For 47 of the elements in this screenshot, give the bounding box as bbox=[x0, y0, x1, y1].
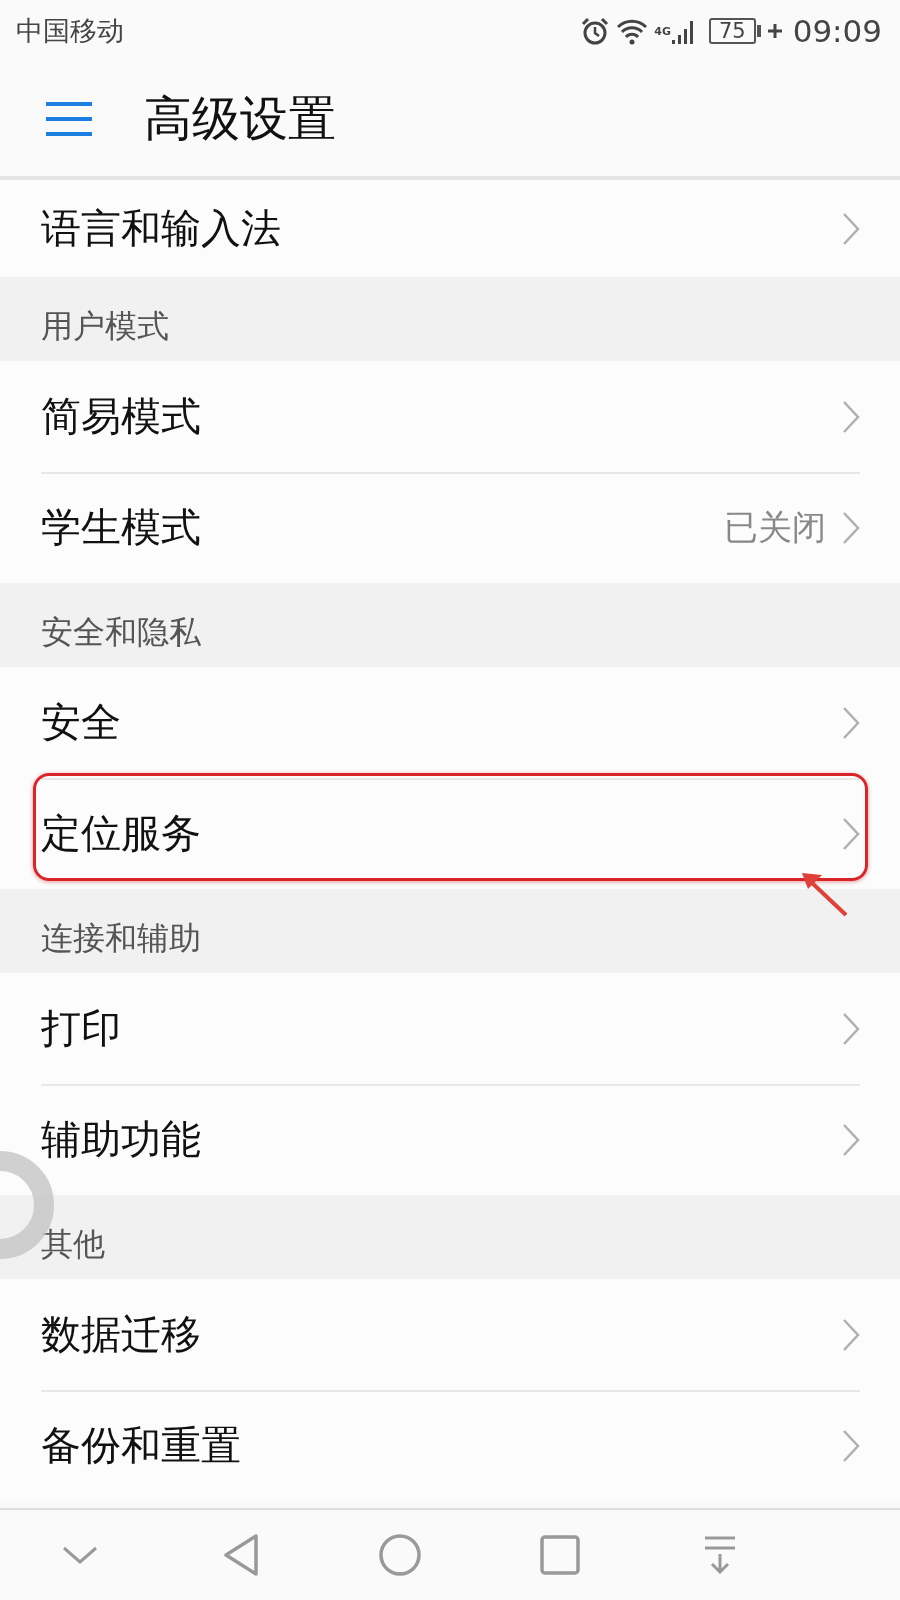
settings-row[interactable]: 定位服务 bbox=[0, 778, 900, 889]
carrier-name: 中国移动 bbox=[16, 14, 124, 48]
chevron-right-icon bbox=[842, 399, 860, 434]
row-label: 学生模式 bbox=[41, 503, 201, 552]
wifi-icon bbox=[616, 17, 649, 45]
notification-icon bbox=[703, 1536, 737, 1574]
settings-row[interactable]: 辅助功能 bbox=[0, 1084, 900, 1195]
row-value: 已关闭 bbox=[724, 505, 826, 549]
chevron-right-icon bbox=[842, 211, 860, 246]
chevron-right-icon bbox=[842, 1122, 860, 1157]
chevron-right-icon bbox=[842, 1317, 860, 1352]
row-label: 安全 bbox=[41, 698, 121, 747]
battery-level: 75 bbox=[708, 18, 756, 44]
clock-time: 09:09 bbox=[792, 13, 882, 49]
back-icon bbox=[222, 1533, 258, 1577]
menu-icon bbox=[46, 101, 92, 137]
settings-row[interactable]: 简易模式 bbox=[0, 361, 900, 472]
row-label: 辅助功能 bbox=[41, 1115, 201, 1164]
chevron-right-icon bbox=[842, 816, 860, 851]
row-label: 打印 bbox=[41, 1004, 121, 1053]
hide-chevron-icon bbox=[62, 1546, 98, 1564]
row-label: 定位服务 bbox=[41, 809, 201, 858]
section-header: 连接和辅助 bbox=[0, 889, 900, 973]
settings-row[interactable]: 学生模式 已关闭 bbox=[0, 472, 900, 583]
chevron-right-icon bbox=[842, 1428, 860, 1463]
row-label: 数据迁移 bbox=[41, 1310, 201, 1359]
row-label: 简易模式 bbox=[41, 392, 201, 441]
section-header: 安全和隐私 bbox=[0, 583, 900, 667]
section-header: 其他 bbox=[0, 1195, 900, 1279]
menu-button[interactable] bbox=[46, 101, 92, 137]
chevron-right-icon bbox=[842, 1011, 860, 1046]
recents-icon bbox=[540, 1535, 580, 1575]
page-title: 高级设置 bbox=[144, 89, 336, 148]
settings-row[interactable]: 语言和输入法 bbox=[0, 180, 900, 277]
row-label: 备份和重置 bbox=[41, 1421, 241, 1470]
settings-row[interactable]: 打印 bbox=[0, 973, 900, 1084]
home-icon bbox=[379, 1534, 421, 1576]
chevron-right-icon bbox=[842, 510, 860, 545]
section-header: 用户模式 bbox=[0, 277, 900, 361]
settings-row[interactable]: 安全 bbox=[0, 667, 900, 778]
settings-row[interactable]: 备份和重置 bbox=[0, 1390, 900, 1501]
row-label: 语言和输入法 bbox=[41, 204, 281, 253]
settings-row[interactable]: 数据迁移 bbox=[0, 1279, 900, 1390]
alarm-icon bbox=[580, 16, 611, 46]
chevron-right-icon bbox=[842, 705, 860, 740]
network-type: 4G bbox=[654, 25, 671, 38]
battery-tip bbox=[756, 25, 761, 37]
